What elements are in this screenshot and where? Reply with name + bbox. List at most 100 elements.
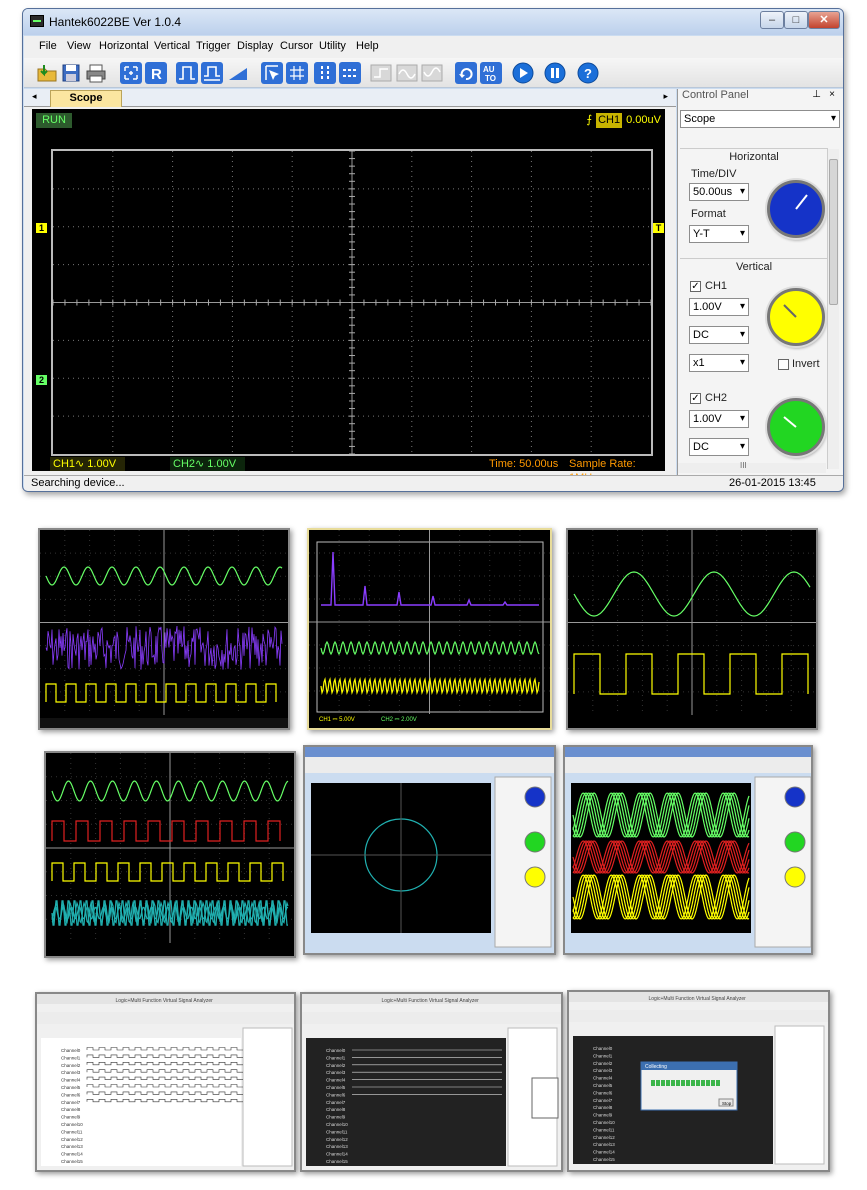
progress-segment bbox=[691, 1080, 695, 1086]
sine-icon[interactable] bbox=[396, 62, 418, 84]
menu-view[interactable]: View bbox=[67, 40, 91, 52]
scroll-thumb[interactable] bbox=[829, 159, 838, 305]
channel-label: Channel6 bbox=[61, 1092, 81, 1097]
minimize-button[interactable]: – bbox=[760, 11, 784, 29]
close-button[interactable]: ✕ bbox=[808, 11, 840, 29]
ch2-volts-select[interactable]: 1.00V bbox=[689, 410, 749, 428]
control-panel-scrollbar[interactable] bbox=[827, 149, 839, 469]
play-icon[interactable] bbox=[512, 62, 534, 84]
menu-vertical[interactable]: Vertical bbox=[154, 40, 190, 52]
progress-segment bbox=[716, 1080, 720, 1086]
thumbnail-ch1-label: CH1 ⎓ 5.00V bbox=[319, 717, 355, 723]
status-message: Searching device... bbox=[31, 477, 125, 489]
menu-trigger[interactable]: Trigger bbox=[196, 40, 230, 52]
panel-close-icon[interactable]: × bbox=[829, 89, 835, 100]
thumbnail-knob bbox=[784, 866, 806, 888]
ch1-marker[interactable]: 1 bbox=[36, 223, 47, 233]
logic-analyzer-thumbnail: Logic+Multi Function Virtual Signal Anal… bbox=[300, 992, 563, 1172]
screenshot-thumbnail bbox=[563, 745, 813, 955]
screenshot-thumbnail bbox=[38, 528, 290, 730]
ch2-coupling-select[interactable]: DC bbox=[689, 438, 749, 456]
time-div-select[interactable]: 50.00us bbox=[689, 183, 749, 201]
thumbnail-footer bbox=[40, 718, 288, 728]
ch2-checkbox[interactable]: ✓ bbox=[690, 393, 701, 404]
channel-label: Channel11 bbox=[593, 1127, 615, 1132]
logic-toolbar bbox=[569, 1010, 828, 1022]
trigger-channel: CH1 bbox=[596, 113, 623, 128]
horizontal-bars-icon[interactable] bbox=[339, 62, 361, 84]
time-div-label: Time/DIV bbox=[691, 168, 737, 180]
maximize-button[interactable]: □ bbox=[784, 11, 808, 29]
logic-toolbar bbox=[37, 1012, 294, 1024]
pin-icon[interactable]: ⊥ bbox=[812, 89, 821, 100]
tab-scroll-left-icon[interactable]: ◂ bbox=[32, 91, 37, 102]
channel-label: Channel5 bbox=[593, 1083, 613, 1088]
help-icon[interactable]: ? bbox=[577, 62, 599, 84]
ramp-icon[interactable] bbox=[227, 62, 249, 84]
menu-help[interactable]: Help bbox=[356, 40, 379, 52]
cursor-icon[interactable] bbox=[261, 62, 283, 84]
print-icon[interactable] bbox=[85, 62, 107, 84]
thumbnail-app bbox=[565, 747, 811, 948]
menu-horizontal[interactable]: Horizontal bbox=[99, 40, 149, 52]
channel-label: Channel2 bbox=[593, 1061, 613, 1066]
pulse-icon[interactable] bbox=[176, 62, 198, 84]
logic-properties bbox=[774, 1025, 825, 1165]
channel-label: Channel2 bbox=[61, 1063, 81, 1068]
undo-icon[interactable] bbox=[455, 62, 477, 84]
thumbnail-knob bbox=[784, 831, 806, 853]
trigger-level-marker[interactable]: T bbox=[653, 223, 664, 233]
menu-file[interactable]: File bbox=[39, 40, 57, 52]
ch2-marker[interactable]: 2 bbox=[36, 375, 47, 385]
thumbnail-knob bbox=[524, 786, 546, 808]
ch1-coupling-select[interactable]: DC bbox=[689, 326, 749, 344]
pulse-low-icon[interactable] bbox=[201, 62, 223, 84]
auto-icon[interactable] bbox=[120, 62, 142, 84]
ch1-checkbox[interactable]: ✓ bbox=[690, 281, 701, 292]
open-folder-icon[interactable] bbox=[36, 62, 58, 84]
format-select[interactable]: Y-T bbox=[689, 225, 749, 243]
ch1-knob[interactable] bbox=[767, 288, 825, 346]
channel-label: Channel4 bbox=[593, 1076, 613, 1081]
time-knob[interactable] bbox=[767, 180, 825, 238]
channel-label: Channel0 bbox=[61, 1048, 81, 1053]
tab-scope[interactable]: Scope bbox=[50, 90, 122, 107]
logic-analyzer-thumbnail: Logic+Multi Function Virtual Signal Anal… bbox=[35, 992, 296, 1172]
progress-segment bbox=[686, 1080, 690, 1086]
ch2-readout: CH2∿ 1.00V bbox=[170, 457, 245, 471]
reset-icon[interactable]: R bbox=[145, 62, 167, 84]
sine2-icon[interactable] bbox=[421, 62, 443, 84]
progress-segment bbox=[651, 1080, 655, 1086]
title-bar[interactable]: Hantek6022BE Ver 1.0.4 – □ ✕ bbox=[23, 9, 843, 35]
ch1-volts-select[interactable]: 1.00V bbox=[689, 298, 749, 316]
tab-scroll-right-icon[interactable]: ▸ bbox=[663, 91, 668, 102]
mode-select[interactable]: Scope bbox=[680, 110, 840, 128]
time-readout: Time: 50.00us bbox=[489, 458, 559, 470]
channel-label: Channel10 bbox=[61, 1122, 83, 1127]
thumbnail-toolbar bbox=[565, 757, 811, 773]
channel-label: Channel1 bbox=[326, 1055, 346, 1060]
invert-checkbox[interactable] bbox=[778, 359, 789, 370]
ch2-knob[interactable] bbox=[767, 398, 825, 456]
pause-icon[interactable] bbox=[544, 62, 566, 84]
auto-set-icon[interactable]: AU TO bbox=[480, 62, 502, 84]
channel-label: Channel11 bbox=[61, 1129, 83, 1134]
step-icon[interactable] bbox=[370, 62, 392, 84]
grid-icon[interactable] bbox=[286, 62, 308, 84]
menu-cursor[interactable]: Cursor bbox=[280, 40, 313, 52]
vertical-bars-icon[interactable] bbox=[314, 62, 336, 84]
menu-bar: File View Horizontal Vertical Trigger Di… bbox=[24, 36, 843, 58]
horizontal-scrollbar[interactable]: III bbox=[678, 461, 826, 473]
channel-label: Channel1 bbox=[593, 1053, 613, 1058]
menu-utility[interactable]: Utility bbox=[319, 40, 346, 52]
ch2-trace bbox=[573, 653, 809, 695]
app-window: Hantek6022BE Ver 1.0.4 – □ ✕ File View H… bbox=[22, 8, 844, 492]
scope-display[interactable]: RUN ⨍ CH1 0.00uV 1 2 T CH1∿ 1.00V CH2∿ 1.0… bbox=[32, 109, 665, 484]
channel-label: Channel12 bbox=[61, 1137, 83, 1142]
ch1-probe-select[interactable]: x1 bbox=[689, 354, 749, 372]
save-icon[interactable] bbox=[60, 62, 82, 84]
channel-label: Channel14 bbox=[61, 1152, 83, 1157]
progress-segment bbox=[666, 1080, 670, 1086]
menu-display[interactable]: Display bbox=[237, 40, 273, 52]
document-area: ◂ Scope ▸ RUN ⨍ CH1 0.00uV 1 2 T CH1∿ 1.00… bbox=[24, 89, 676, 484]
